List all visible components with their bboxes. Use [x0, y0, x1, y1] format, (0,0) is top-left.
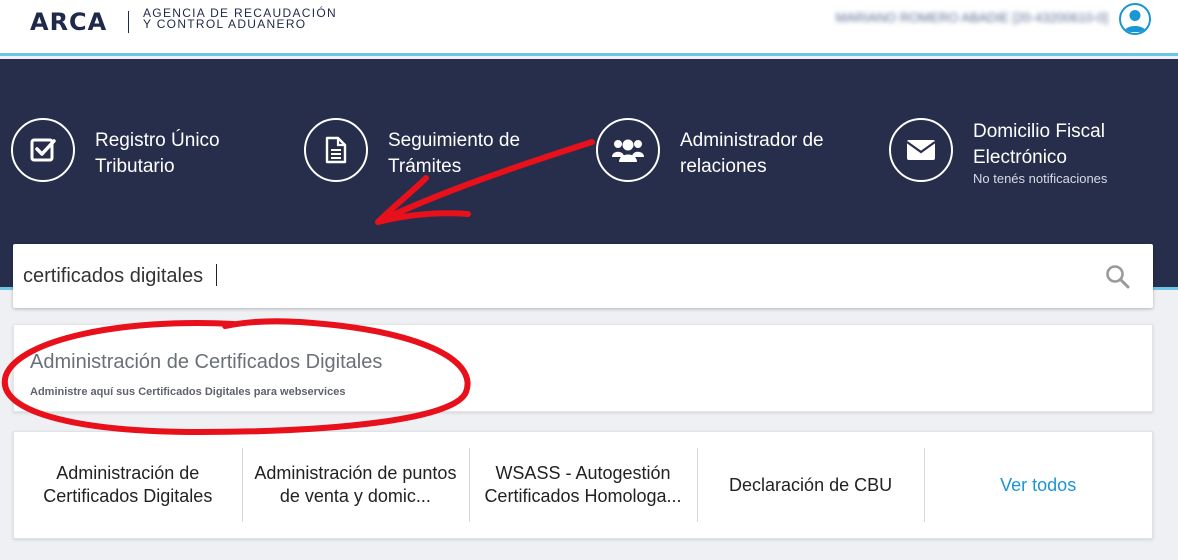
user-avatar-icon[interactable] [1119, 3, 1151, 35]
people-icon [596, 118, 660, 182]
top-bar: ARCA AGENCIA DE RECAUDACIÓN Y CONTROL AD… [0, 0, 1178, 56]
search-suggestion[interactable]: Administración de Certificados Digitales… [13, 324, 1153, 412]
checkbox-icon [11, 118, 75, 182]
quick-link-puntos-de-venta[interactable]: Administración de puntos de venta y domi… [241, 432, 470, 538]
service-title: Domicilio Fiscal Electrónico [973, 121, 1105, 168]
suggestion-title: Administración de Certificados Digitales [30, 351, 383, 373]
envelope-icon [889, 118, 953, 182]
service-title: Registro Único Tributario [95, 130, 220, 177]
service-administrador-de-relaciones[interactable]: Administrador de relaciones [596, 118, 836, 188]
document-icon [304, 118, 368, 182]
search-input[interactable] [23, 260, 1083, 292]
logo-divider [128, 11, 129, 33]
text-caret [216, 264, 217, 286]
quick-link-declaracion-cbu[interactable]: Declaración de CBU [696, 432, 925, 538]
user-name-blurred[interactable]: MARIANO ROMERO ABADIE [20-43200610-0] [836, 10, 1108, 25]
search-box [13, 244, 1153, 308]
service-domicilio-fiscal-electronico[interactable]: Domicilio Fiscal Electrónico No tenés no… [889, 118, 1129, 188]
agency-name: AGENCIA DE RECAUDACIÓN Y CONTROL ADUANER… [143, 7, 337, 31]
notifications-status: No tenés notificaciones [973, 171, 1108, 186]
service-title: Administrador de relaciones [680, 130, 824, 177]
ver-todos-link[interactable]: Ver todos [924, 432, 1152, 538]
quick-link-wsass[interactable]: WSASS - Autogestión Certificados Homolog… [469, 432, 697, 538]
arca-logo[interactable]: ARCA [30, 8, 107, 36]
search-icon[interactable] [1105, 264, 1131, 290]
suggestion-description: Administre aquí sus Certificados Digital… [30, 386, 346, 398]
service-registro-unico-tributario[interactable]: Registro Único Tributario [11, 118, 251, 188]
agency-line-2: Y CONTROL ADUANERO [143, 17, 307, 31]
quick-links: Administración de Certificados Digitales… [13, 431, 1153, 539]
quick-link-certificados-digitales[interactable]: Administración de Certificados Digitales [14, 432, 242, 538]
service-seguimiento-de-tramites[interactable]: Seguimiento de Trámites [304, 118, 544, 188]
service-title: Seguimiento de Trámites [388, 130, 521, 177]
